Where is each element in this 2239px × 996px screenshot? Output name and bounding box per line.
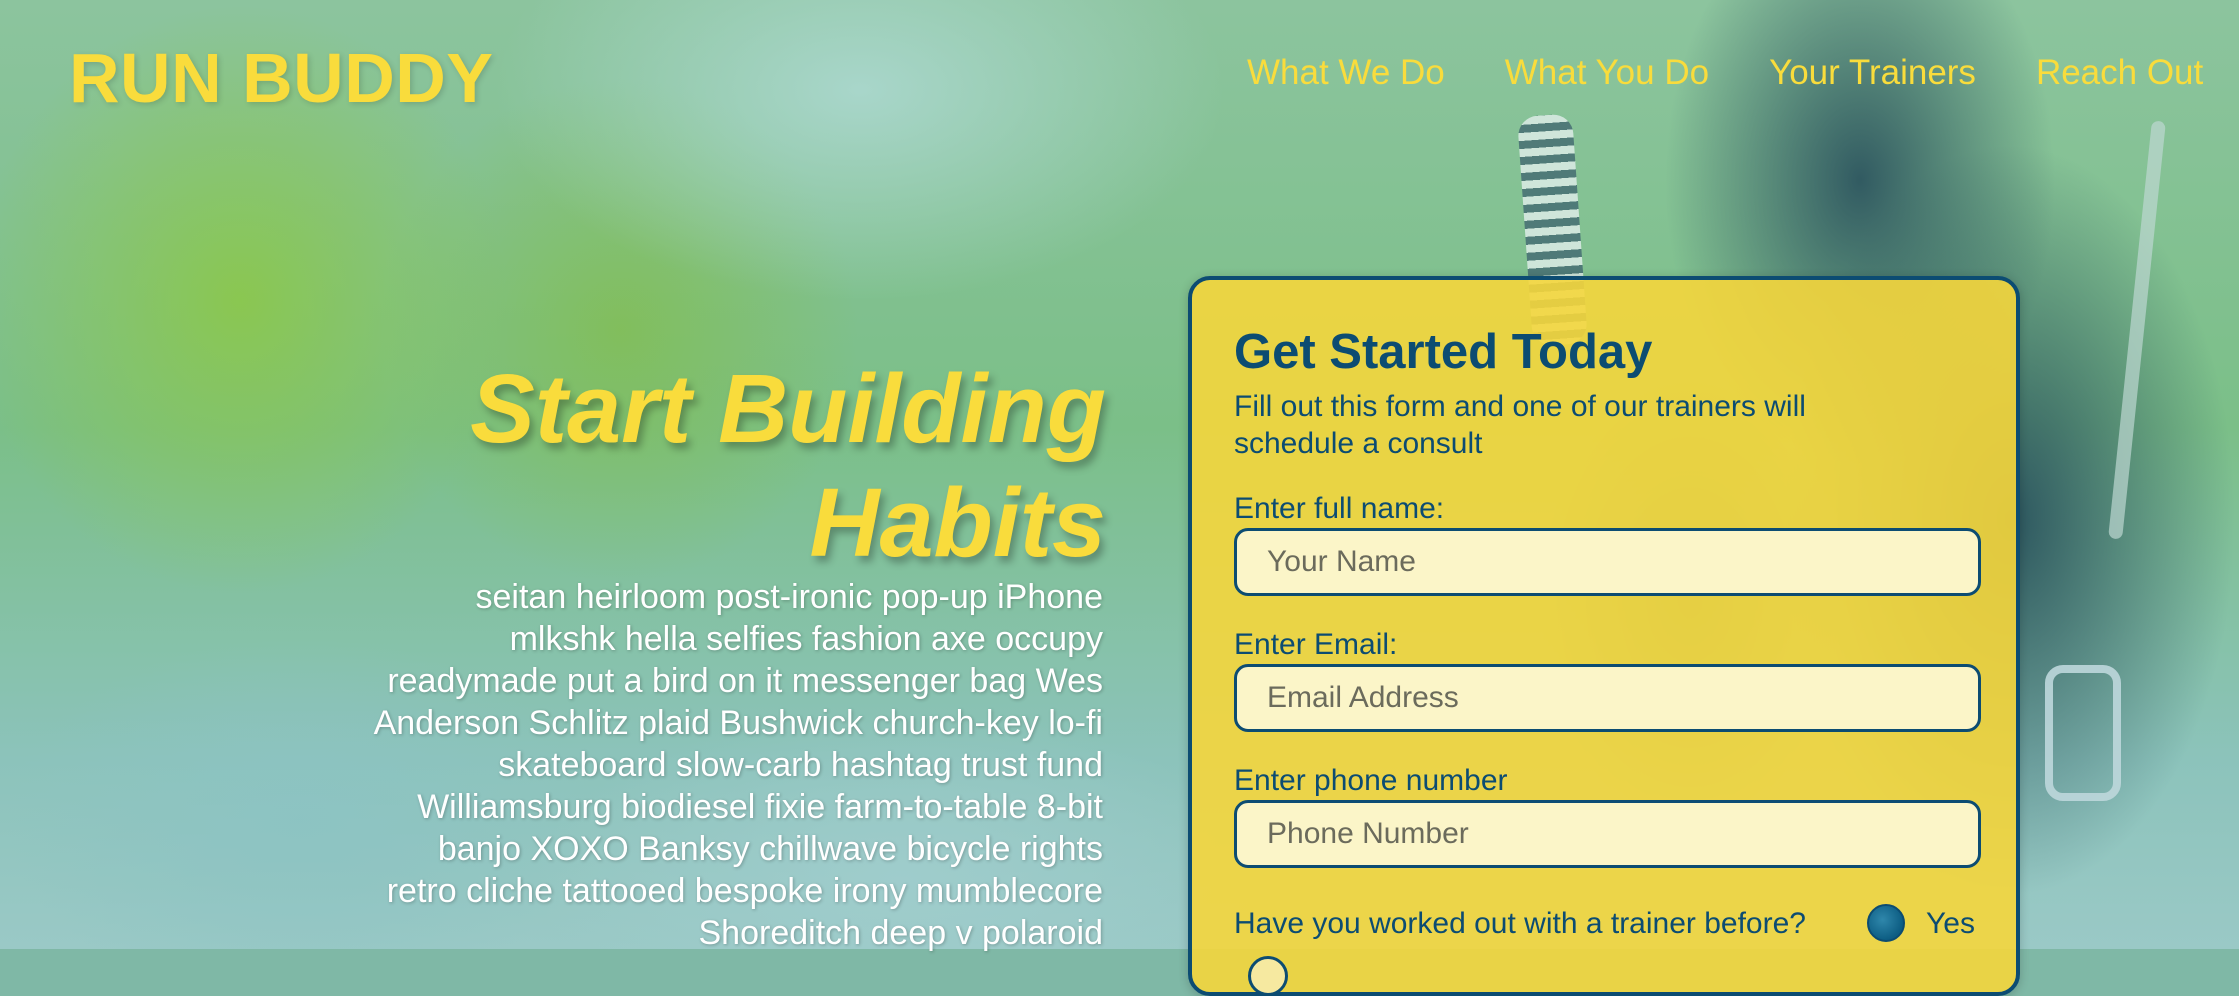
runner-watch: [2045, 665, 2121, 801]
email-label: Enter Email:: [1234, 628, 1398, 661]
form-title: Get Started Today: [1234, 325, 1653, 379]
full-name-label: Enter full name:: [1234, 492, 1445, 525]
trainer-question-row: Have you worked out with a trainer befor…: [1234, 904, 1975, 996]
nav-link-your-trainers[interactable]: Your Trainers: [1769, 53, 1976, 93]
hero-title-line2: Habits: [809, 468, 1106, 577]
radio-yes-label[interactable]: Yes: [1926, 904, 1975, 944]
nav-link-what-you-do[interactable]: What You Do: [1505, 53, 1709, 93]
hero-body-text: seitan heirloom post-ironic pop-up iPhon…: [373, 578, 1103, 952]
nav-link-reach-out[interactable]: Reach Out: [2036, 53, 2203, 93]
phone-label: Enter phone number: [1234, 764, 1508, 797]
phone-input[interactable]: [1234, 800, 1981, 868]
hero-title: Start Building Habits: [406, 352, 1106, 580]
radio-no[interactable]: [1248, 956, 1288, 996]
form-intro: Fill out this form and one of our traine…: [1234, 390, 1806, 460]
site-logo[interactable]: RUN BUDDY: [69, 38, 494, 118]
get-started-form: Get Started Today Fill out this form and…: [1188, 276, 2020, 996]
nav-link-what-we-do[interactable]: What We Do: [1247, 53, 1445, 93]
hero-title-line1: Start Building: [470, 354, 1106, 463]
email-input[interactable]: [1234, 664, 1981, 732]
trainer-question-label: Have you worked out with a trainer befor…: [1234, 907, 1806, 940]
radio-yes[interactable]: [1867, 904, 1905, 942]
main-nav: What We Do What You Do Your Trainers Rea…: [1247, 53, 2203, 93]
full-name-input[interactable]: [1234, 528, 1981, 596]
